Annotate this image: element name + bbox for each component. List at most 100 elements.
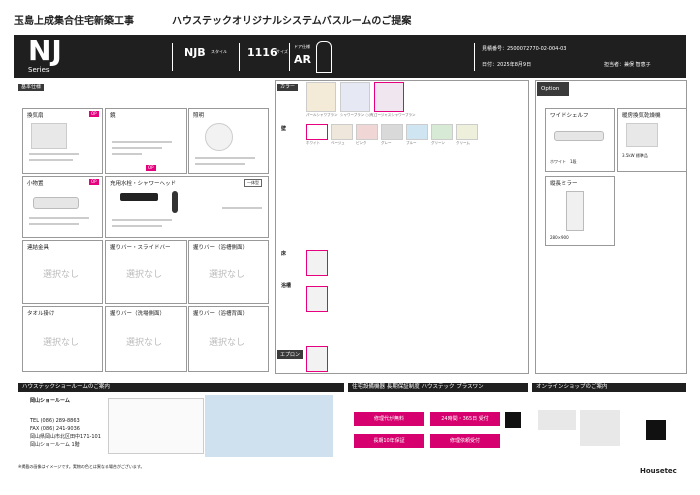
model-header-bar: NJ Series NJB スタイル 1116 サイズ ドア仕様 AR 見積番号…	[14, 35, 686, 78]
wall-color-label: クリーム	[456, 141, 470, 145]
shop-product-image	[538, 410, 576, 430]
door-code: AR	[294, 53, 311, 66]
spec-box-grab-tubback: 握りバー（浴槽背面） 選択なし	[188, 306, 269, 372]
option-note: 3.5kW 標準品	[622, 153, 648, 158]
fan-image	[31, 123, 67, 149]
op-badge: OP	[89, 179, 99, 185]
not-selected-text: 選択なし	[126, 338, 163, 348]
not-selected-text: 選択なし	[126, 270, 163, 280]
spec-box-shelf: 小物置 OP	[22, 176, 103, 238]
bathtub-option-1[interactable]	[306, 82, 336, 112]
showroom-tel: TEL (086) 289-8863	[30, 418, 80, 424]
option-section-label: Option	[537, 82, 569, 96]
guarantee-item: 修理依頼受付	[430, 434, 500, 448]
guarantee-item: 長期10年保証	[354, 434, 424, 448]
online-shop-title: オンラインショップのご案内	[532, 383, 686, 392]
wall-color-swatch[interactable]	[406, 124, 428, 140]
not-selected-text: 選択なし	[209, 270, 246, 280]
wall-color-label: ベージュ	[331, 141, 345, 145]
box-title: 換気扇	[27, 113, 44, 119]
tag-label: 一体型	[244, 179, 262, 187]
box-title: 握りバー・スライドバー	[110, 245, 171, 251]
floor-swatch[interactable]	[306, 250, 328, 276]
project-title: 玉島上成集合住宅新築工事	[14, 16, 134, 27]
bathtub-option-label: シャワーブラン ○(有)	[340, 113, 375, 117]
box-title: 充用水栓・シャワーヘッド	[110, 181, 177, 187]
color-section-label: カラー	[277, 84, 299, 91]
showroom-floor: 岡山ショールーム 1階	[30, 442, 80, 448]
wall-color-swatch[interactable]	[456, 124, 478, 140]
light-image	[205, 123, 233, 151]
spec-box-mirror: 鏡 OP	[105, 108, 187, 174]
bathtub-option-label: パールシャワブラン	[306, 113, 338, 117]
option-box-tall-mirror: 縦長ミラー 280×900	[545, 176, 615, 246]
option-box-shelf: ワイドシェルフ ホワイト 1段	[545, 108, 615, 172]
wall-color-swatch[interactable]	[306, 124, 328, 140]
spec-box-grab-slide: 握りバー・スライドバー 選択なし	[105, 240, 187, 304]
not-selected-text: 選択なし	[43, 270, 80, 280]
dryer-image	[626, 123, 658, 147]
size-label: サイズ	[276, 49, 288, 54]
showroom-fax: FAX (086) 241-9036	[30, 426, 80, 432]
box-title: 握りバー（浴槽側面）	[193, 245, 249, 251]
quote-date: 日付：2025年8月9日	[482, 62, 532, 68]
spec-section-label: 基本仕様	[18, 84, 45, 91]
box-title: 握りバー（洗場側面）	[110, 311, 166, 317]
op-badge: OP	[146, 165, 156, 171]
shelf-image	[33, 197, 79, 209]
option-note: 280×900	[550, 235, 569, 240]
qr-code-icon[interactable]	[505, 412, 521, 428]
showroom-name: 岡山ショールーム	[30, 398, 70, 404]
quote-number: 見積番号：2500072770-02-004-03	[482, 46, 567, 52]
box-title: 照明	[193, 113, 205, 119]
tub-swatch[interactable]	[306, 286, 328, 312]
option-note: ホワイト 1段	[550, 159, 577, 164]
online-consult-banner[interactable]	[205, 395, 333, 457]
wall-label: 壁	[281, 126, 287, 132]
faucet-image	[120, 193, 158, 201]
box-title: 暖房換気乾燥機	[622, 113, 661, 119]
spec-box-faucet: 充用水栓・シャワーヘッド 一体型	[105, 176, 269, 238]
guarantee-item: 24時間・365日 受付	[430, 412, 500, 426]
guarantee-item: 修理代が無料	[354, 412, 424, 426]
wall-color-label: ピンク	[356, 141, 367, 145]
bathtub-option-label: ゴージャスシャワーブラン	[374, 113, 416, 117]
apron-label: エプロン	[277, 350, 304, 359]
wall-color-swatch[interactable]	[381, 124, 403, 140]
shower-head-image	[172, 191, 178, 213]
op-badge: OP	[89, 111, 99, 117]
spec-box-fan: 換気扇 OP	[22, 108, 103, 174]
showroom-address: 岡山県岡山市北区田中171-101	[30, 434, 101, 440]
box-title: 縦長ミラー	[550, 181, 578, 187]
showroom-map	[108, 398, 204, 454]
wall-color-swatch[interactable]	[331, 124, 353, 140]
bathtub-option-3[interactable]	[374, 82, 404, 112]
apron-swatch[interactable]	[306, 346, 328, 372]
wall-color-swatch[interactable]	[356, 124, 378, 140]
staff-name: 担当者：兼俣 智恵子	[604, 62, 651, 68]
model-code: NJ	[28, 34, 62, 67]
showroom-title: ハウステックショールームのご案内	[18, 383, 344, 392]
size-code: 1116	[247, 46, 278, 59]
style-code: NJB	[184, 46, 206, 59]
spec-box-grab-tubside: 握りバー（浴槽側面） 選択なし	[188, 240, 269, 304]
box-title: 握りバー（浴槽背面）	[193, 311, 249, 317]
bathtub-option-2[interactable]	[340, 82, 370, 112]
box-title: 連結金具	[27, 245, 50, 251]
box-title: ワイドシェルフ	[550, 113, 589, 119]
box-title: タオル掛け	[27, 311, 55, 317]
qr-code-icon[interactable]	[646, 420, 666, 440]
box-title: 小物置	[27, 181, 44, 187]
door-icon	[316, 41, 332, 73]
tub-label: 浴槽	[281, 283, 292, 289]
footer-note: ※掲載の画像はイメージです。実物の色とは異なる場合がございます。	[18, 464, 145, 469]
wall-color-label: ホワイト	[306, 141, 320, 145]
brand-logo: Housetec	[640, 467, 677, 475]
option-box-dryer: 暖房換気乾燥機 3.5kW 標準品	[617, 108, 687, 172]
wall-color-swatch[interactable]	[431, 124, 453, 140]
spec-box-coupler: 連結金具 選択なし	[22, 240, 103, 304]
floor-label: 床	[281, 251, 287, 257]
wall-color-label: ブルー	[406, 141, 417, 145]
spec-box-light: 照明	[188, 108, 269, 174]
not-selected-text: 選択なし	[209, 338, 246, 348]
